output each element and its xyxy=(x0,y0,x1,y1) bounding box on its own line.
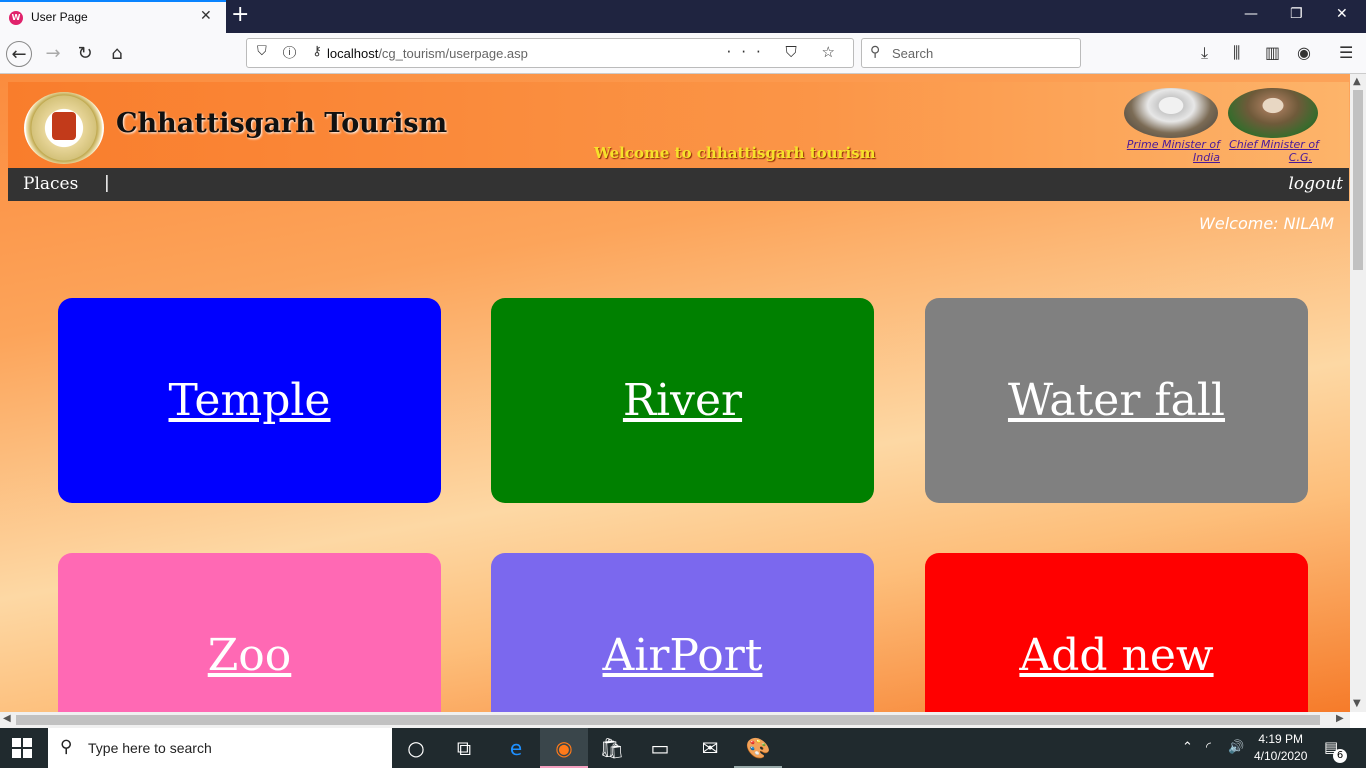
page-viewport: Chhattisgarh Tourism Welcome to chhattis… xyxy=(0,74,1350,712)
browser-tab-bar: W User Page ✕ + — ❐ ✕ xyxy=(0,0,1366,33)
tab-favicon-icon: W xyxy=(9,11,23,25)
cg-govt-logo xyxy=(24,92,104,164)
taskbar-search-text: Type here to search xyxy=(88,740,212,756)
cm-link-line1: Chief Minister of xyxy=(1229,138,1319,151)
notification-count: 6 xyxy=(1333,749,1347,763)
logout-link[interactable]: logout xyxy=(1288,174,1343,194)
sidebar-icon[interactable]: ▥ xyxy=(1265,43,1280,62)
forward-icon[interactable]: → xyxy=(40,41,66,67)
user-welcome: Welcome: NILAM xyxy=(1199,214,1334,233)
task-view-icon[interactable]: ⧉ xyxy=(450,736,478,760)
url-bar[interactable]: ⛉ ⓘ ⚷ localhost/cg_tourism/userpage.asp … xyxy=(246,38,854,68)
back-icon[interactable]: ← xyxy=(6,41,32,67)
card-link-zoo[interactable]: Zoo xyxy=(208,630,292,681)
emblem-icon xyxy=(52,112,76,140)
card-link-river[interactable]: River xyxy=(623,375,742,426)
network-icon[interactable]: ◜ xyxy=(1206,740,1211,755)
url-path: /cg_tourism/userpage.asp xyxy=(378,46,528,61)
site-title: Chhattisgarh Tourism xyxy=(116,108,448,139)
clock-date: 4/10/2020 xyxy=(1254,749,1308,763)
cm-link[interactable]: Chief Minister of C.G. xyxy=(1226,138,1322,164)
scroll-left-icon[interactable]: ◀ xyxy=(3,713,11,724)
menu-places[interactable]: Places xyxy=(23,174,78,194)
tab-close-icon[interactable]: ✕ xyxy=(200,8,212,24)
clock-time: 4:19 PM xyxy=(1258,732,1304,746)
site-info-icon[interactable]: ⛉ ⓘ ⚷ xyxy=(257,44,328,59)
windows-taskbar: ⚲ Type here to search ○ ⧉ e ◉ 🛍 ▭ ✉ 🎨 ⌃ … xyxy=(0,728,1366,768)
cm-link-line2: C.G. xyxy=(1288,151,1312,164)
url-host: localhost xyxy=(327,46,379,61)
new-tab-icon[interactable]: + xyxy=(231,3,249,27)
card-airport[interactable]: AirPort xyxy=(491,553,874,712)
search-icon: ⚲ xyxy=(870,44,881,60)
download-icon[interactable]: ⤓ xyxy=(1201,43,1208,63)
cortana-icon[interactable]: ○ xyxy=(402,736,430,760)
scroll-down-icon[interactable]: ▼ xyxy=(1353,698,1361,709)
browser-tab[interactable]: W User Page ✕ xyxy=(0,0,226,33)
library-icon[interactable]: ⫼ xyxy=(1233,43,1240,63)
pm-link-line2: India xyxy=(1193,151,1220,164)
card-waterfall[interactable]: Water fall xyxy=(925,298,1308,503)
browser-nav-bar: ← → ↻ ⌂ ⛉ ⓘ ⚷ localhost/cg_tourism/userp… xyxy=(0,33,1366,74)
reload-icon[interactable]: ↻ xyxy=(72,41,98,67)
search-bar[interactable]: ⚲ Search xyxy=(861,38,1081,68)
card-link-add-new[interactable]: Add new xyxy=(1019,630,1213,681)
horizontal-scrollbar[interactable]: ◀ ▶ xyxy=(0,712,1350,728)
card-link-temple[interactable]: Temple xyxy=(169,375,331,426)
vertical-scroll-thumb[interactable] xyxy=(1353,90,1363,270)
store-icon[interactable]: 🛍 xyxy=(598,736,626,760)
card-river[interactable]: River xyxy=(491,298,874,503)
volume-icon[interactable]: 🔊 xyxy=(1228,740,1244,755)
mail-icon[interactable]: ✉ xyxy=(696,736,724,760)
card-temple[interactable]: Temple xyxy=(58,298,441,503)
taskbar-search-icon: ⚲ xyxy=(60,737,73,757)
minimize-icon[interactable]: — xyxy=(1244,6,1258,22)
home-icon[interactable]: ⌂ xyxy=(104,41,130,67)
card-link-waterfall[interactable]: Water fall xyxy=(1008,375,1225,426)
edge-icon[interactable]: e xyxy=(502,736,530,760)
url-text[interactable]: localhost/cg_tourism/userpage.asp xyxy=(327,46,528,61)
card-link-airport[interactable]: AirPort xyxy=(603,630,763,681)
firefox-icon[interactable]: ◉ xyxy=(550,736,578,760)
account-icon[interactable]: ◉ xyxy=(1297,43,1311,62)
pm-link-line1: Prime Minister of xyxy=(1126,138,1220,151)
site-menu-bar: Places | logout xyxy=(8,168,1349,201)
pm-link[interactable]: Prime Minister of India xyxy=(1122,138,1220,164)
menu-separator: | xyxy=(104,173,110,193)
paint-icon[interactable]: 🎨 xyxy=(744,736,772,760)
horizontal-scroll-thumb[interactable] xyxy=(16,715,1320,725)
menu-icon[interactable]: ☰ xyxy=(1339,43,1353,62)
start-icon[interactable] xyxy=(12,738,32,758)
taskbar-clock[interactable]: 4:19 PM 4/10/2020 xyxy=(1254,731,1307,765)
terminal-icon[interactable]: ▭ xyxy=(646,736,674,760)
vertical-scrollbar[interactable]: ▲ ▼ xyxy=(1350,74,1366,712)
page-actions-icon[interactable]: ··· ⛉ ☆ xyxy=(726,43,845,61)
tab-title: User Page xyxy=(31,10,88,24)
scroll-up-icon[interactable]: ▲ xyxy=(1353,76,1361,87)
welcome-marquee: Welcome to chhattisgarh tourism xyxy=(594,144,876,162)
scroll-right-icon[interactable]: ▶ xyxy=(1336,713,1344,724)
restore-icon[interactable]: ❐ xyxy=(1290,6,1303,22)
search-placeholder: Search xyxy=(892,46,934,61)
tray-expand-icon[interactable]: ⌃ xyxy=(1182,740,1193,755)
card-zoo[interactable]: Zoo xyxy=(58,553,441,712)
pm-photo xyxy=(1124,88,1218,138)
site-header: Chhattisgarh Tourism Welcome to chhattis… xyxy=(8,82,1349,168)
window-close-icon[interactable]: ✕ xyxy=(1336,6,1348,22)
cm-photo xyxy=(1228,88,1318,138)
card-add-new[interactable]: Add new xyxy=(925,553,1308,712)
taskbar-search[interactable]: ⚲ Type here to search xyxy=(48,728,392,768)
